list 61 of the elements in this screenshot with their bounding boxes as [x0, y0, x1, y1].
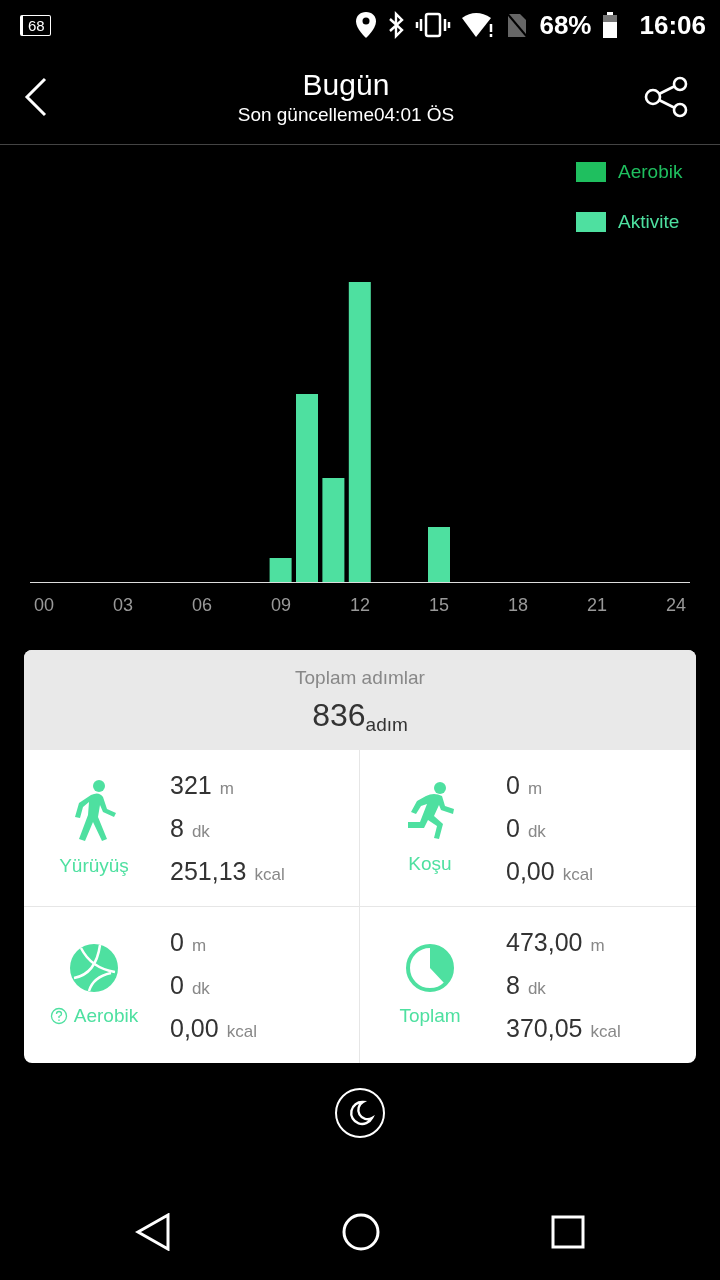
pie-chart-icon: [405, 943, 455, 993]
step-count: 836: [312, 696, 366, 734]
back-nav-icon[interactable]: [135, 1213, 171, 1251]
bluetooth-icon: [387, 11, 406, 39]
stat-unit: kcal: [226, 1021, 257, 1042]
activity-label: Yürüyüş: [59, 855, 129, 877]
stat-unit: m: [527, 778, 543, 799]
stat-value: 8: [506, 970, 520, 1000]
stat-unit: kcal: [254, 864, 285, 885]
stat-value: 0: [170, 927, 184, 957]
stat-unit: kcal: [562, 864, 593, 885]
axis-label: 06: [191, 595, 213, 616]
battery-icon: [601, 11, 618, 39]
location-icon: [355, 11, 378, 39]
stat-unit: kcal: [590, 1021, 621, 1042]
ball-icon: [69, 943, 119, 993]
share-icon[interactable]: [644, 76, 688, 118]
vibrate-icon: [415, 12, 452, 38]
clock: 16:06: [639, 9, 706, 41]
stat-value: 370,05: [506, 1013, 583, 1043]
stat-value: 321: [170, 770, 212, 800]
step-unit: adım: [365, 713, 408, 736]
stat-unit: dk: [527, 978, 546, 999]
stat-value: 251,13: [170, 856, 247, 886]
axis-label: 03: [112, 595, 134, 616]
activity-bar: [428, 527, 450, 582]
moon-icon[interactable]: [334, 1087, 386, 1139]
stat-unit: dk: [527, 821, 546, 842]
stat-unit: m: [191, 935, 207, 956]
stat-unit: dk: [191, 978, 210, 999]
axis-label: 00: [33, 595, 55, 616]
stat-unit: m: [590, 935, 605, 956]
legend-label: Aktivite: [618, 211, 681, 233]
stat-value: 473,00: [506, 927, 583, 957]
home-nav-icon[interactable]: [341, 1212, 381, 1252]
stat-value: 0: [506, 813, 520, 843]
axis-label: 12: [349, 595, 371, 616]
axis-label: 24: [665, 595, 687, 616]
battery-percent: 68%: [539, 9, 592, 41]
activity-label: Toplam: [399, 1005, 461, 1027]
stat-value: 0,00: [170, 1013, 219, 1043]
stat-value: 0,00: [506, 856, 555, 886]
recents-nav-icon[interactable]: [551, 1215, 585, 1249]
legend-label: Aerobik: [618, 161, 684, 183]
activity-bar: [269, 558, 292, 582]
axis-label: 09: [270, 595, 292, 616]
page-title: Bugün: [302, 68, 390, 102]
stat-value: 0: [506, 770, 520, 800]
summary-label: Toplam adımlar: [295, 666, 425, 689]
stat-value: 0: [170, 970, 184, 1000]
activity-label: Aerobik: [73, 1005, 139, 1027]
stat-unit: dk: [191, 821, 210, 842]
stat-unit: m: [219, 778, 234, 799]
axis-label: 21: [586, 595, 608, 616]
last-update-text: Son güncelleme04:01 ÖS: [237, 104, 455, 126]
notification-badge: 68: [20, 14, 51, 36]
axis-label: 18: [507, 595, 529, 616]
axis-label: 15: [428, 595, 450, 616]
stat-value: 8: [170, 813, 184, 843]
back-icon[interactable]: [24, 77, 48, 117]
activity-label: Koşu: [408, 853, 452, 875]
